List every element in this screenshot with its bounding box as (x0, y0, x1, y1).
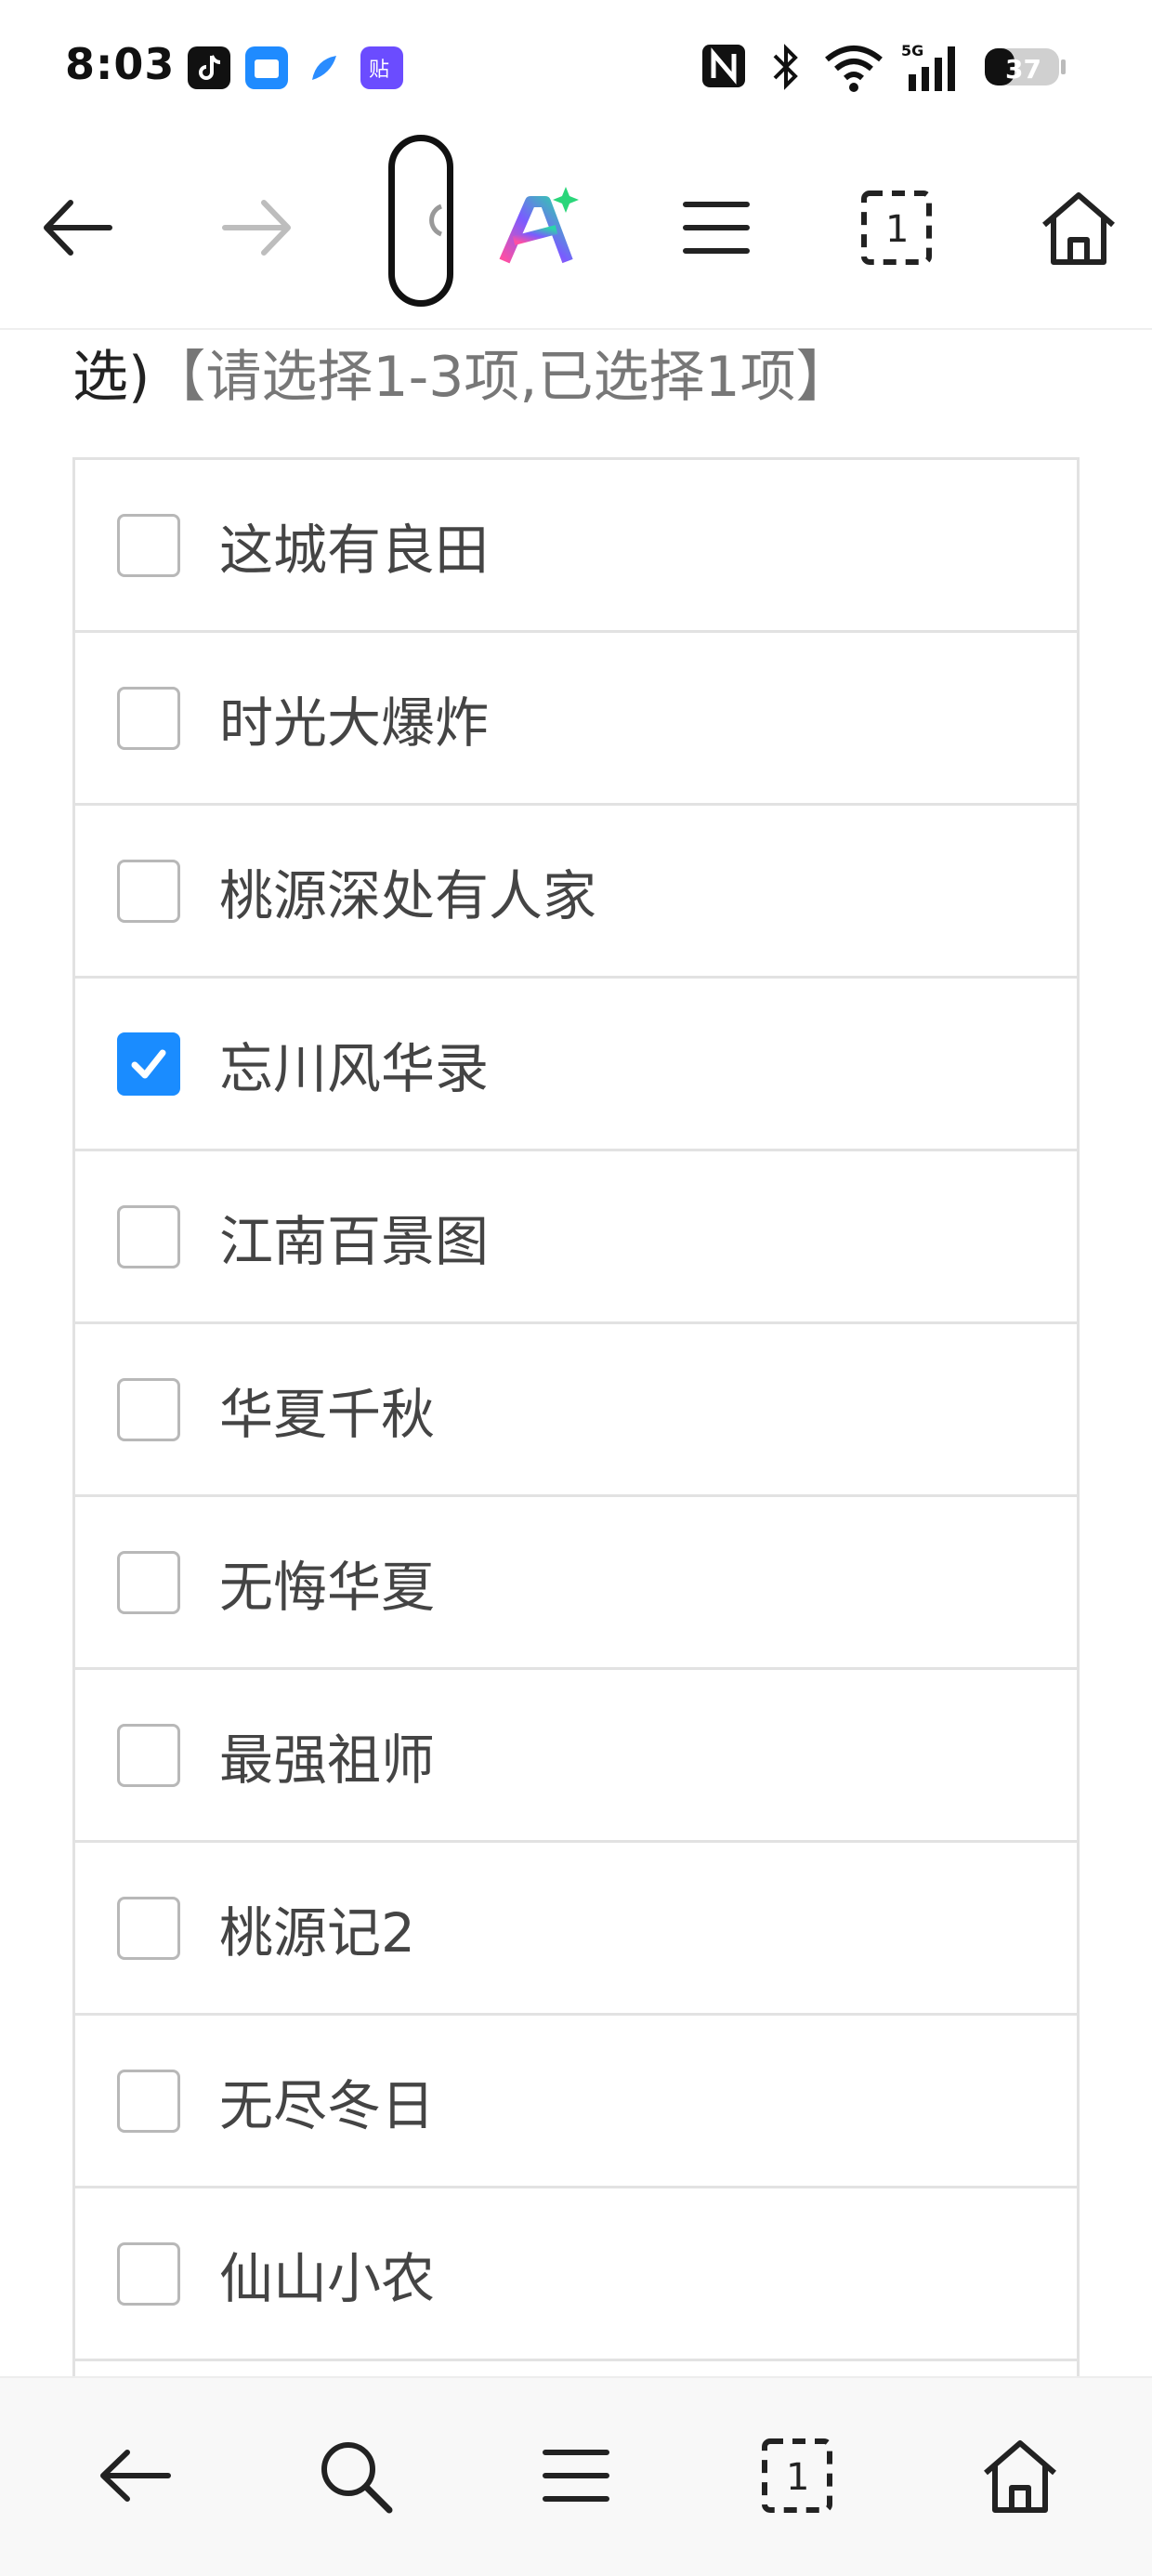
back-button[interactable] (26, 177, 128, 279)
home-button[interactable] (1028, 177, 1130, 279)
network-label: 5G (901, 42, 923, 59)
floating-handle[interactable] (388, 135, 453, 307)
selection-hint: 【请选择1-3项,已选择1项】 (150, 345, 852, 410)
checkbox-checked[interactable] (117, 1032, 180, 1096)
menu-icon (543, 2450, 609, 2502)
menu-button[interactable] (665, 177, 767, 279)
option-row[interactable]: 最强祖师 (75, 1670, 1077, 1843)
option-row[interactable]: 江南百景图 (75, 1151, 1077, 1324)
checkbox[interactable] (117, 1377, 180, 1441)
option-label: 无悔华夏 (219, 1555, 436, 1619)
home-icon (984, 2440, 1056, 2513)
tabs-icon: 1 (762, 2438, 832, 2513)
option-label: 这城有良田 (219, 518, 490, 582)
ai-assistant-button[interactable] (487, 177, 589, 279)
checkmark-icon (131, 1049, 166, 1078)
forward-button[interactable] (206, 177, 308, 279)
bottom-navigation: 1 (0, 2376, 1152, 2576)
option-row[interactable]: 仙山小农 (75, 2188, 1077, 2361)
option-label: 桃源深处有人家 (219, 863, 597, 927)
checkbox[interactable] (117, 859, 180, 923)
checkbox[interactable] (117, 686, 180, 750)
sticker-icon: 贴 (360, 46, 403, 89)
option-row[interactable]: 时光大爆炸 (75, 633, 1077, 806)
checkbox[interactable] (117, 1550, 180, 1614)
nav-menu-button[interactable] (520, 2420, 632, 2531)
option-row[interactable]: 桃源深处有人家 (75, 806, 1077, 979)
tabs-count: 1 (786, 2456, 809, 2499)
checkbox[interactable] (117, 2241, 180, 2306)
option-row[interactable]: 桃源记2 (75, 1843, 1077, 2016)
nav-tabs-button[interactable]: 1 (741, 2420, 853, 2531)
option-row[interactable]: 这城有良田 (75, 460, 1077, 633)
checkbox[interactable] (117, 1723, 180, 1787)
search-icon (321, 2442, 393, 2514)
tiktok-icon (188, 46, 230, 89)
checkbox[interactable] (117, 1204, 180, 1268)
back-icon (44, 200, 112, 256)
options-list: 这城有良田 时光大爆炸 桃源深处有人家 忘川风华录 江南百景图 华夏千秋 无悔华… (72, 457, 1080, 2376)
option-label: 忘川风华录 (219, 1036, 490, 1100)
option-label: 华夏千秋 (219, 1382, 436, 1446)
home-icon (1042, 192, 1115, 265)
back-icon (100, 2450, 171, 2502)
feather-icon (303, 46, 346, 89)
files-icon (245, 46, 288, 89)
survey-content: 选)【请选择1-3项,已选择1项】 这城有良田 时光大爆炸 桃源深处有人家 忘川… (0, 332, 1152, 2376)
option-label: 无尽冬日 (219, 2073, 436, 2137)
option-label: 江南百景图 (219, 1209, 490, 1273)
option-label: 最强祖师 (219, 1728, 436, 1792)
signal-icon: 5G (899, 41, 964, 97)
nfc-icon (699, 41, 749, 95)
wifi-icon (821, 41, 886, 97)
tabs-icon: 1 (861, 191, 932, 265)
nav-search-button[interactable] (299, 2420, 411, 2531)
checkbox[interactable] (117, 1896, 180, 1960)
checkbox[interactable] (117, 2069, 180, 2133)
option-row[interactable]: 无悔华夏 (75, 1497, 1077, 1670)
forward-icon (222, 200, 291, 256)
bluetooth-icon (767, 41, 805, 97)
option-label: 时光大爆炸 (219, 690, 490, 755)
battery-level: 37 (1005, 54, 1041, 85)
handle-icon (429, 204, 443, 237)
question-text: 选)【请选择1-3项,已选择1项】 (72, 332, 852, 413)
option-row[interactable]: 忘川风华录 (75, 979, 1077, 1151)
nav-back-button[interactable] (78, 2420, 190, 2531)
nav-home-button[interactable] (964, 2420, 1076, 2531)
clock: 8:03 (65, 39, 176, 89)
option-row[interactable]: 华夏千秋 (75, 1324, 1077, 1497)
option-row-partial[interactable] (75, 2361, 1077, 2376)
tabs-button[interactable]: 1 (845, 177, 948, 279)
battery-icon: 37 (983, 41, 1067, 97)
option-label: 桃源记2 (219, 1900, 415, 1965)
tabs-count: 1 (885, 208, 909, 251)
question-text-end: 选) (72, 345, 151, 410)
status-bar: 8:03 贴 5G 37 (0, 0, 1152, 139)
ai-assistant-icon (499, 187, 579, 264)
checkbox[interactable] (117, 513, 180, 577)
svg-text:贴: 贴 (369, 59, 389, 82)
option-label: 仙山小农 (219, 2246, 436, 2310)
browser-toolbar: 1 (0, 139, 1152, 330)
menu-icon (683, 202, 750, 254)
option-row[interactable]: 无尽冬日 (75, 2016, 1077, 2188)
